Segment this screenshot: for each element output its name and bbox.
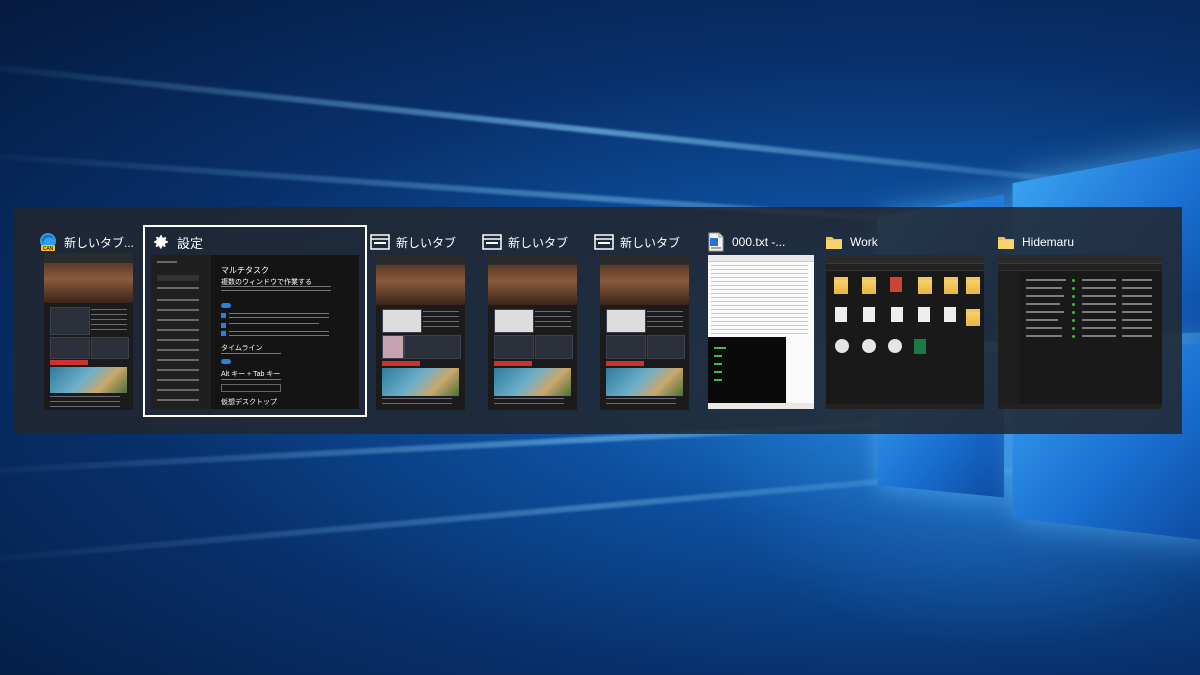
- settings-heading: マルチタスク: [221, 266, 269, 275]
- folder-icon: [824, 232, 844, 252]
- window-title: 新しいタブ: [396, 235, 457, 250]
- window-card-new-tab-2[interactable]: 新しいタブ: [482, 227, 592, 417]
- tab-window-icon: [482, 232, 502, 252]
- text-file-icon: [706, 232, 726, 252]
- light-beam: [0, 60, 1200, 202]
- window-thumbnail: [998, 255, 1162, 409]
- edge-canary-icon: CAN: [38, 232, 58, 252]
- window-card-new-tab-3[interactable]: 新しいタブ: [594, 227, 704, 417]
- tab-window-icon: [594, 232, 614, 252]
- window-card-explorer-hidemaru[interactable]: Hidemaru: [996, 227, 1166, 417]
- window-thumbnail: [376, 255, 465, 410]
- window-title: 新しいタブ: [508, 235, 569, 250]
- window-thumbnail: [708, 255, 814, 409]
- window-title: 新しいタブ...: [64, 235, 135, 250]
- window-thumbnail: マルチタスク 複数のウィンドウで作業する タイムライン Alt キー + Tab…: [151, 255, 359, 409]
- window-title: 新しいタブ: [620, 235, 681, 250]
- window-thumbnail: [600, 255, 689, 410]
- window-thumbnail: [44, 253, 133, 410]
- settings-section: 仮想デスクトップ: [221, 399, 277, 406]
- folder-icon: [996, 232, 1016, 252]
- window-card-new-tab-1[interactable]: 新しいタブ: [370, 227, 480, 417]
- window-card-explorer-work[interactable]: Work: [824, 227, 986, 417]
- window-thumbnail: [826, 255, 984, 409]
- window-card-notepad[interactable]: 000.txt -...: [706, 227, 816, 417]
- window-title: Hidemaru: [1022, 235, 1075, 249]
- window-title: Work: [850, 235, 878, 249]
- svg-text:CAN: CAN: [43, 246, 54, 252]
- gear-icon: [151, 232, 171, 252]
- window-card-edge-canary[interactable]: CAN 新しいタブ...: [38, 227, 138, 417]
- window-title: 000.txt -...: [732, 235, 786, 249]
- settings-section: Alt キー + Tab キー: [221, 371, 281, 378]
- window-title: 設定: [177, 235, 204, 251]
- window-thumbnail: [488, 255, 577, 410]
- tab-window-icon: [370, 232, 390, 252]
- window-card-settings[interactable]: 設定 マルチタスク 複数のウィンドウで作業する タイムライン Alt キー + …: [143, 225, 367, 417]
- settings-section: タイムライン: [221, 345, 263, 352]
- alt-tab-switcher: CAN 新しいタブ... 設定 マルチタスク 複数のウィンドウで作業する タイム…: [14, 207, 1182, 434]
